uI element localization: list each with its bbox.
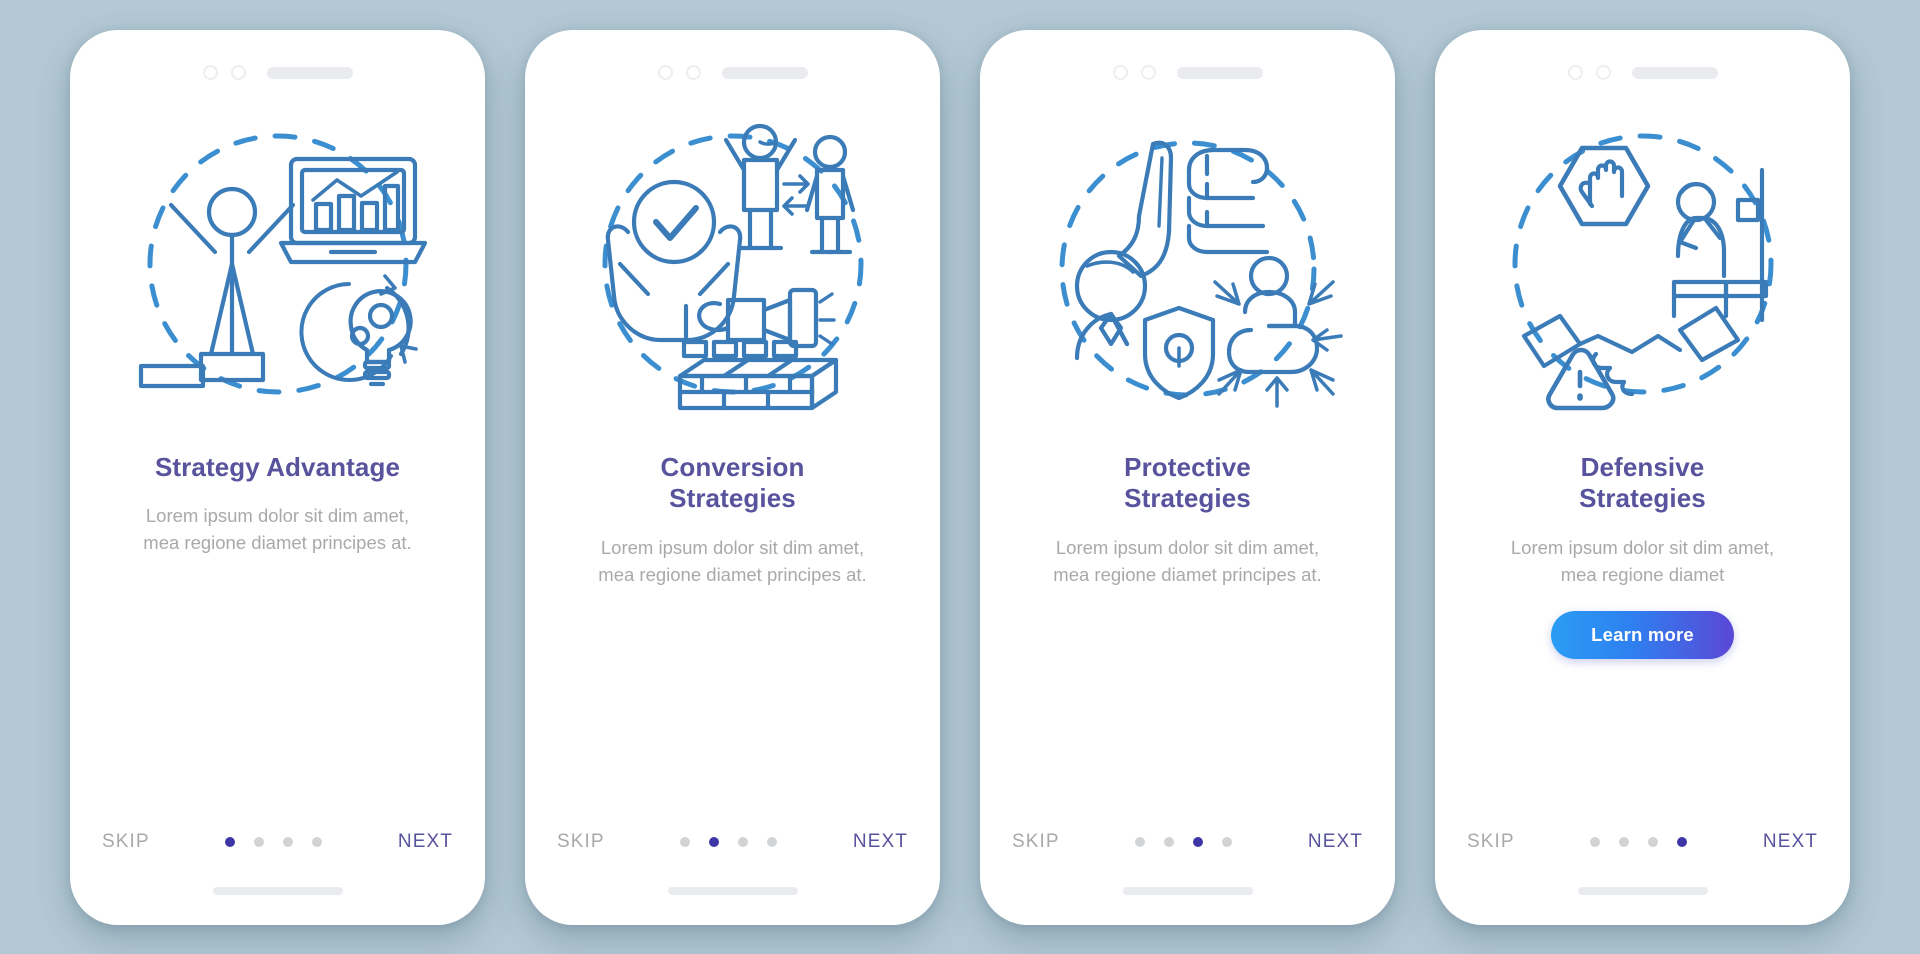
- pagination-dot-4[interactable]: [1677, 836, 1688, 847]
- page-title: Defensive Strategies: [1579, 451, 1706, 514]
- home-indicator: [1577, 886, 1708, 895]
- phone-status-bar: [88, 56, 467, 90]
- pagination-dot-2[interactable]: [709, 836, 720, 847]
- screen-text-block: Defensive Strategies Lorem ipsum dolor s…: [1453, 434, 1832, 659]
- pagination-dot-1[interactable]: [225, 836, 236, 847]
- learn-more-button[interactable]: Learn more: [1551, 610, 1734, 659]
- sensor-icon: [1595, 65, 1611, 80]
- skip-button[interactable]: SKIP: [557, 831, 605, 853]
- camera-icon: [657, 65, 673, 80]
- skip-button[interactable]: SKIP: [1012, 831, 1060, 853]
- onboarding-nav: SKIP NEXT: [1453, 831, 1832, 853]
- pagination-dots: [680, 836, 778, 847]
- onboarding-nav: SKIP NEXT: [88, 831, 467, 853]
- home-indicator: [667, 886, 798, 895]
- page-description: Lorem ipsum dolor sit dim amet, mea regi…: [598, 536, 867, 585]
- pagination-dot-3[interactable]: [1648, 836, 1659, 847]
- onboarding-screen-protective-strategies: Protective Strategies Lorem ipsum dolor …: [980, 29, 1395, 925]
- sensor-icon: [685, 65, 701, 80]
- next-button[interactable]: NEXT: [398, 831, 453, 853]
- next-button[interactable]: NEXT: [1763, 831, 1818, 853]
- speaker-grille-icon: [1631, 66, 1718, 79]
- pagination-dot-3[interactable]: [283, 836, 294, 847]
- onboarding-screen-conversion-strategies: Conversion Strategies Lorem ipsum dolor …: [525, 29, 940, 925]
- pagination-dot-4[interactable]: [312, 836, 323, 847]
- pagination-dots: [1135, 836, 1233, 847]
- next-button[interactable]: NEXT: [1308, 831, 1363, 853]
- page-description: Lorem ipsum dolor sit dim amet, mea regi…: [1053, 536, 1322, 585]
- pagination-dots: [225, 836, 323, 847]
- onboarding-screens-row: Strategy Advantage Lorem ipsum dolor sit…: [70, 29, 1850, 925]
- pagination-dots: [1590, 836, 1688, 847]
- pagination-dot-3[interactable]: [738, 836, 749, 847]
- phone-status-bar: [543, 56, 922, 90]
- page-description: Lorem ipsum dolor sit dim amet, mea regi…: [143, 505, 412, 554]
- strategy-advantage-illustration: [113, 104, 443, 434]
- defensive-strategies-illustration: [1478, 104, 1808, 434]
- skip-button[interactable]: SKIP: [1467, 831, 1515, 853]
- home-indicator: [212, 886, 343, 895]
- phone-status-bar: [998, 56, 1377, 90]
- onboarding-screen-strategy-advantage: Strategy Advantage Lorem ipsum dolor sit…: [70, 29, 485, 925]
- pagination-dot-2[interactable]: [1619, 836, 1630, 847]
- page-description: Lorem ipsum dolor sit dim amet, mea regi…: [1510, 536, 1775, 585]
- page-title: Conversion Strategies: [660, 451, 805, 514]
- camera-icon: [1112, 65, 1128, 80]
- onboarding-nav: SKIP NEXT: [543, 831, 922, 853]
- page-title: Protective Strategies: [1124, 451, 1251, 514]
- screen-text-block: Protective Strategies Lorem ipsum dolor …: [998, 434, 1377, 589]
- pagination-dot-3[interactable]: [1193, 836, 1204, 847]
- page-title: Strategy Advantage: [154, 451, 401, 482]
- next-button[interactable]: NEXT: [853, 831, 908, 853]
- sensor-icon: [230, 65, 246, 80]
- speaker-grille-icon: [266, 66, 353, 79]
- onboarding-nav: SKIP NEXT: [998, 831, 1377, 853]
- pagination-dot-2[interactable]: [254, 836, 265, 847]
- pagination-dot-1[interactable]: [1590, 836, 1601, 847]
- pagination-dot-1[interactable]: [1135, 836, 1146, 847]
- protective-strategies-illustration: [1023, 104, 1353, 434]
- pagination-dot-2[interactable]: [1164, 836, 1175, 847]
- conversion-strategies-illustration: [568, 104, 898, 434]
- camera-icon: [202, 65, 218, 80]
- pagination-dot-4[interactable]: [1222, 836, 1233, 847]
- speaker-grille-icon: [1176, 66, 1263, 79]
- skip-button[interactable]: SKIP: [102, 831, 150, 853]
- speaker-grille-icon: [721, 66, 808, 79]
- screen-text-block: Strategy Advantage Lorem ipsum dolor sit…: [88, 434, 467, 557]
- onboarding-screen-defensive-strategies: Defensive Strategies Lorem ipsum dolor s…: [1435, 29, 1850, 925]
- pagination-dot-1[interactable]: [680, 836, 691, 847]
- sensor-icon: [1140, 65, 1156, 80]
- phone-status-bar: [1453, 56, 1832, 90]
- camera-icon: [1567, 65, 1583, 80]
- home-indicator: [1122, 886, 1253, 895]
- screen-text-block: Conversion Strategies Lorem ipsum dolor …: [543, 434, 922, 589]
- pagination-dot-4[interactable]: [767, 836, 778, 847]
